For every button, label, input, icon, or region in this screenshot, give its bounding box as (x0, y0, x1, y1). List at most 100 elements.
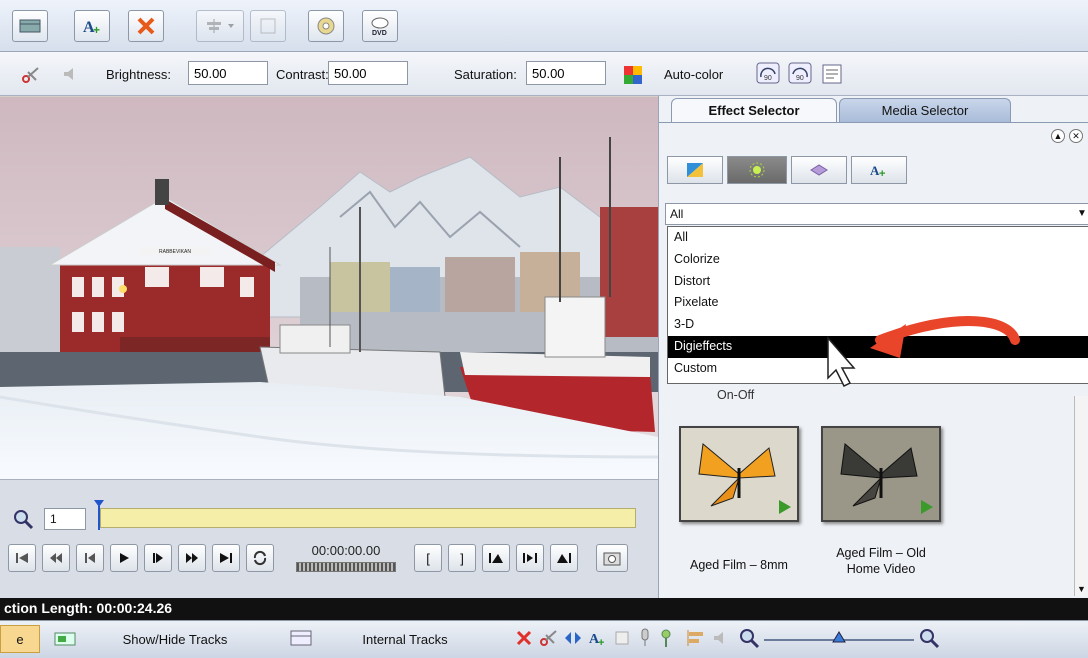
thumbnail-label-aged-film-8mm: Aged Film – 8mm (690, 558, 788, 572)
playhead-marker-icon[interactable] (92, 500, 106, 530)
thumbnail-label-home-video: Home Video (846, 562, 916, 576)
dvd-icon: DVD (371, 17, 389, 37)
rotate-left-icon[interactable]: 90 (756, 62, 780, 84)
butterfly-mono-icon (823, 428, 939, 520)
step-forward-button[interactable] (144, 544, 172, 572)
collapse-button[interactable]: ▲ (1051, 129, 1065, 143)
loop-icon (253, 550, 267, 566)
dropdown-option-all[interactable]: All (668, 227, 1088, 249)
volume-icon[interactable] (62, 66, 78, 82)
contrast-label: Contrast: (276, 67, 329, 82)
step-back-icon (85, 553, 95, 563)
add-text-icon: A+ (83, 19, 100, 36)
building-sign: RABBEVIKAN (159, 249, 191, 255)
delete-button[interactable] (128, 10, 164, 42)
saturation-field[interactable] (526, 61, 606, 85)
dropdown-option-distort[interactable]: Distort (668, 271, 1088, 293)
close-panel-button[interactable]: ✕ (1069, 129, 1083, 143)
burn-disc-button[interactable] (308, 10, 344, 42)
effect-label-partial: On-Off (717, 388, 755, 402)
align-icon (207, 19, 234, 33)
internal-tracks-button[interactable]: Internal Tracks (340, 625, 470, 653)
storyboard-button[interactable] (12, 10, 48, 42)
color-filter-icon (687, 163, 703, 177)
mark-in-button[interactable]: [ (414, 544, 442, 572)
sparkle-effect-icon (749, 162, 765, 178)
zoom-slider-thumb-icon[interactable] (832, 631, 846, 643)
tab-media-selector[interactable]: Media Selector (839, 98, 1011, 122)
internal-tracks-icon[interactable] (290, 629, 312, 647)
mute-icon[interactable] (712, 630, 728, 646)
scissors-icon[interactable] (22, 66, 40, 84)
filter-effects-button[interactable] (727, 156, 787, 184)
brightness-label: Brightness: (106, 67, 172, 82)
panel-scrollbar[interactable]: ▼ (1074, 396, 1088, 596)
dropdown-option-colorize[interactable]: Colorize (668, 249, 1088, 271)
mark-out-button[interactable]: ] (448, 544, 476, 572)
go-to-end-button[interactable] (212, 544, 240, 572)
autocolor-label[interactable]: Auto-color (664, 67, 723, 82)
zoom-out-icon[interactable] (738, 627, 760, 649)
fast-forward-icon (186, 553, 198, 563)
close-icon: ✕ (1072, 131, 1080, 141)
contrast-field[interactable] (328, 61, 408, 85)
play-selection-icon (523, 553, 537, 563)
main-toolbar: A + DVD (0, 0, 1088, 52)
scroll-down-arrow-icon[interactable]: ▼ (1077, 584, 1086, 594)
align-clips-icon[interactable] (686, 629, 706, 647)
delete-clip-icon[interactable] (516, 630, 532, 646)
svg-text:+: + (879, 168, 885, 178)
zoom-in-icon[interactable] (918, 627, 940, 649)
copy-icon[interactable] (614, 630, 630, 646)
svg-text:90: 90 (796, 75, 804, 82)
rewind-icon (50, 553, 62, 563)
tab-partial[interactable]: e (0, 625, 40, 653)
step-back-button[interactable] (76, 544, 104, 572)
properties-icon[interactable] (822, 64, 842, 84)
check-button[interactable] (250, 10, 286, 42)
zoom-icon[interactable] (12, 508, 34, 530)
zoom-level-field[interactable]: 1 (44, 508, 86, 530)
effect-thumbnail-aged-film-old-home-video[interactable] (821, 426, 941, 522)
snapshot-button[interactable] (596, 544, 628, 572)
skip-end-icon (220, 553, 232, 563)
play-selection-button[interactable] (516, 544, 544, 572)
preview-frame: RABBEVIKAN (0, 97, 658, 479)
color-palette-icon[interactable] (624, 66, 642, 84)
add-title-icon[interactable]: A+ (588, 628, 608, 648)
scrub-bar[interactable] (100, 508, 636, 528)
tab-divider (659, 122, 1088, 123)
trim-icon[interactable] (564, 630, 582, 646)
camera-icon (603, 552, 621, 566)
filter-transitions-button[interactable] (791, 156, 847, 184)
brightness-field[interactable] (188, 61, 268, 85)
split-scissors-icon[interactable] (540, 629, 558, 647)
loop-button[interactable] (246, 544, 274, 572)
effect-category-select[interactable]: All ▼ (665, 203, 1088, 225)
tracks-icon[interactable] (54, 631, 76, 647)
go-to-mark-in-button[interactable] (482, 544, 510, 572)
play-button[interactable] (110, 544, 138, 572)
rewind-button[interactable] (42, 544, 70, 572)
audio-meter (296, 562, 396, 572)
layers-icon (810, 164, 828, 176)
rotate-right-icon[interactable]: 90 (788, 62, 812, 84)
go-to-start-button[interactable] (8, 544, 36, 572)
svg-text:90: 90 (764, 75, 772, 82)
text-effect-icon: A + (870, 163, 885, 178)
show-hide-tracks-button[interactable]: Show/Hide Tracks (110, 625, 240, 653)
microphone-icon[interactable] (638, 628, 652, 648)
marker-icon[interactable] (660, 628, 678, 648)
dvd-button[interactable]: DVD (362, 10, 398, 42)
chevron-up-icon: ▲ (1053, 131, 1063, 141)
tab-effect-selector[interactable]: Effect Selector (671, 98, 837, 122)
align-dropdown-button[interactable] (196, 10, 244, 42)
filter-color-button[interactable] (667, 156, 723, 184)
filter-text-button[interactable]: A + (851, 156, 907, 184)
chevron-down-icon[interactable]: ▼ (1074, 204, 1088, 224)
add-text-button[interactable]: A + (74, 10, 110, 42)
go-to-mark-out-button[interactable] (550, 544, 578, 572)
effect-thumbnail-aged-film-8mm[interactable] (679, 426, 799, 522)
fast-forward-button[interactable] (178, 544, 206, 572)
delete-icon (137, 17, 155, 35)
